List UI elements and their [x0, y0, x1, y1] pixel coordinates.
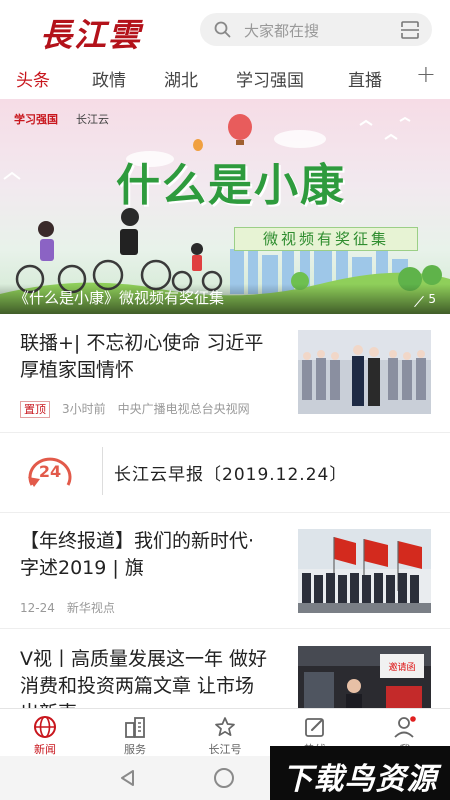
report-separator: [102, 447, 103, 495]
report-icon-number: 24: [39, 462, 61, 481]
watermark-text: 下载鸟资源: [282, 762, 438, 797]
globe-icon: [34, 716, 56, 738]
banner-caption: 《什么是小康》微视频有奖征集: [14, 289, 225, 307]
news-item[interactable]: 联播+| 不忘初心使命 习近平厚植家国情怀 置顶 3小时前 中央广播电视总台央视网: [0, 314, 450, 432]
news-item[interactable]: 【年终报道】我们的新时代·字述2019 | 旗 12-24 新华视点: [0, 512, 450, 626]
scan-icon[interactable]: [400, 20, 420, 40]
add-channel-button[interactable]: +: [416, 60, 436, 88]
news-title: V视丨高质量发展这一年 做好消费和投资两篇文章 让市场出新声: [20, 648, 268, 708]
watermark: 下载鸟资源: [270, 746, 450, 800]
app-header: 長江雲 大家都在搜: [0, 0, 450, 58]
search-bar[interactable]: 大家都在搜: [200, 13, 432, 46]
news-source: 新华视点: [66, 601, 115, 615]
news-title: 【年终报道】我们的新时代·字述2019 | 旗: [20, 530, 255, 579]
search-placeholder: 大家都在搜: [244, 22, 320, 40]
news-thumbnail: 邀请函: [298, 646, 431, 708]
pinned-badge: 置顶: [20, 401, 50, 418]
news-source: 中央广播电视总台央视网: [117, 402, 250, 416]
tab-hubei[interactable]: 湖北: [164, 66, 198, 91]
24-hours-icon: 24: [28, 457, 72, 487]
news-thumbnail: [298, 529, 431, 613]
search-icon: [214, 21, 231, 38]
banner-count-slash: [414, 295, 424, 308]
banner-caption-overlay: 《什么是小康》微视频有奖征集 5: [0, 284, 450, 314]
news-thumbnail: [298, 330, 431, 414]
tab-politics[interactable]: 政情: [92, 66, 126, 91]
changjiangyun-logo: 长江云: [76, 113, 109, 126]
news-meta: 置顶 3小时前 中央广播电视总台央视网: [20, 400, 262, 418]
tab-xuexi[interactable]: 学习强国: [236, 66, 304, 91]
edit-icon: [305, 718, 324, 737]
buildings-icon: [125, 717, 145, 738]
user-icon: [394, 716, 416, 738]
home-icon[interactable]: [214, 768, 234, 788]
star-icon: [215, 717, 235, 737]
nav-label: 新闻: [34, 743, 56, 756]
news-time: 3小时前: [62, 402, 106, 416]
banner-count: 5: [428, 292, 436, 306]
banner-subline: 微视频有奖征集: [234, 227, 418, 251]
xuexi-logo: 学习强国: [14, 113, 58, 126]
invitation-label: 邀请函: [388, 661, 415, 673]
nav-label: 长江号: [208, 743, 242, 756]
nav-news[interactable]: 新闻: [0, 709, 90, 757]
news-time: 12-24: [20, 601, 55, 615]
tab-live[interactable]: 直播: [348, 66, 382, 91]
banner-headline: 什么是小康: [116, 160, 346, 211]
news-meta: 12-24 新华视点: [20, 599, 127, 616]
news-item[interactable]: V视丨高质量发展这一年 做好消费和投资两篇文章 让市场出新声 邀请函: [0, 628, 450, 708]
report-title: 长江云早报〔2019.12.24〕: [114, 465, 348, 485]
nav-label: 服务: [124, 743, 146, 756]
back-icon[interactable]: [118, 768, 138, 788]
featured-banner[interactable]: 学习强国 长江云 什么是小康 微视频有奖征集 《什么是小康》微视频有奖征集 5: [0, 99, 450, 314]
morning-report-item[interactable]: 24 长江云早报〔2019.12.24〕: [0, 433, 450, 509]
nav-changjianghao[interactable]: 长江号: [180, 709, 270, 757]
tab-headlines[interactable]: 头条: [16, 66, 50, 91]
channel-tabs: 头条 政情 湖北 学习强国 直播 +: [0, 58, 450, 96]
nav-services[interactable]: 服务: [90, 709, 180, 757]
news-title: 联播+| 不忘初心使命 习近平厚植家国情怀: [20, 332, 264, 381]
app-logo[interactable]: 長江雲: [40, 10, 142, 56]
